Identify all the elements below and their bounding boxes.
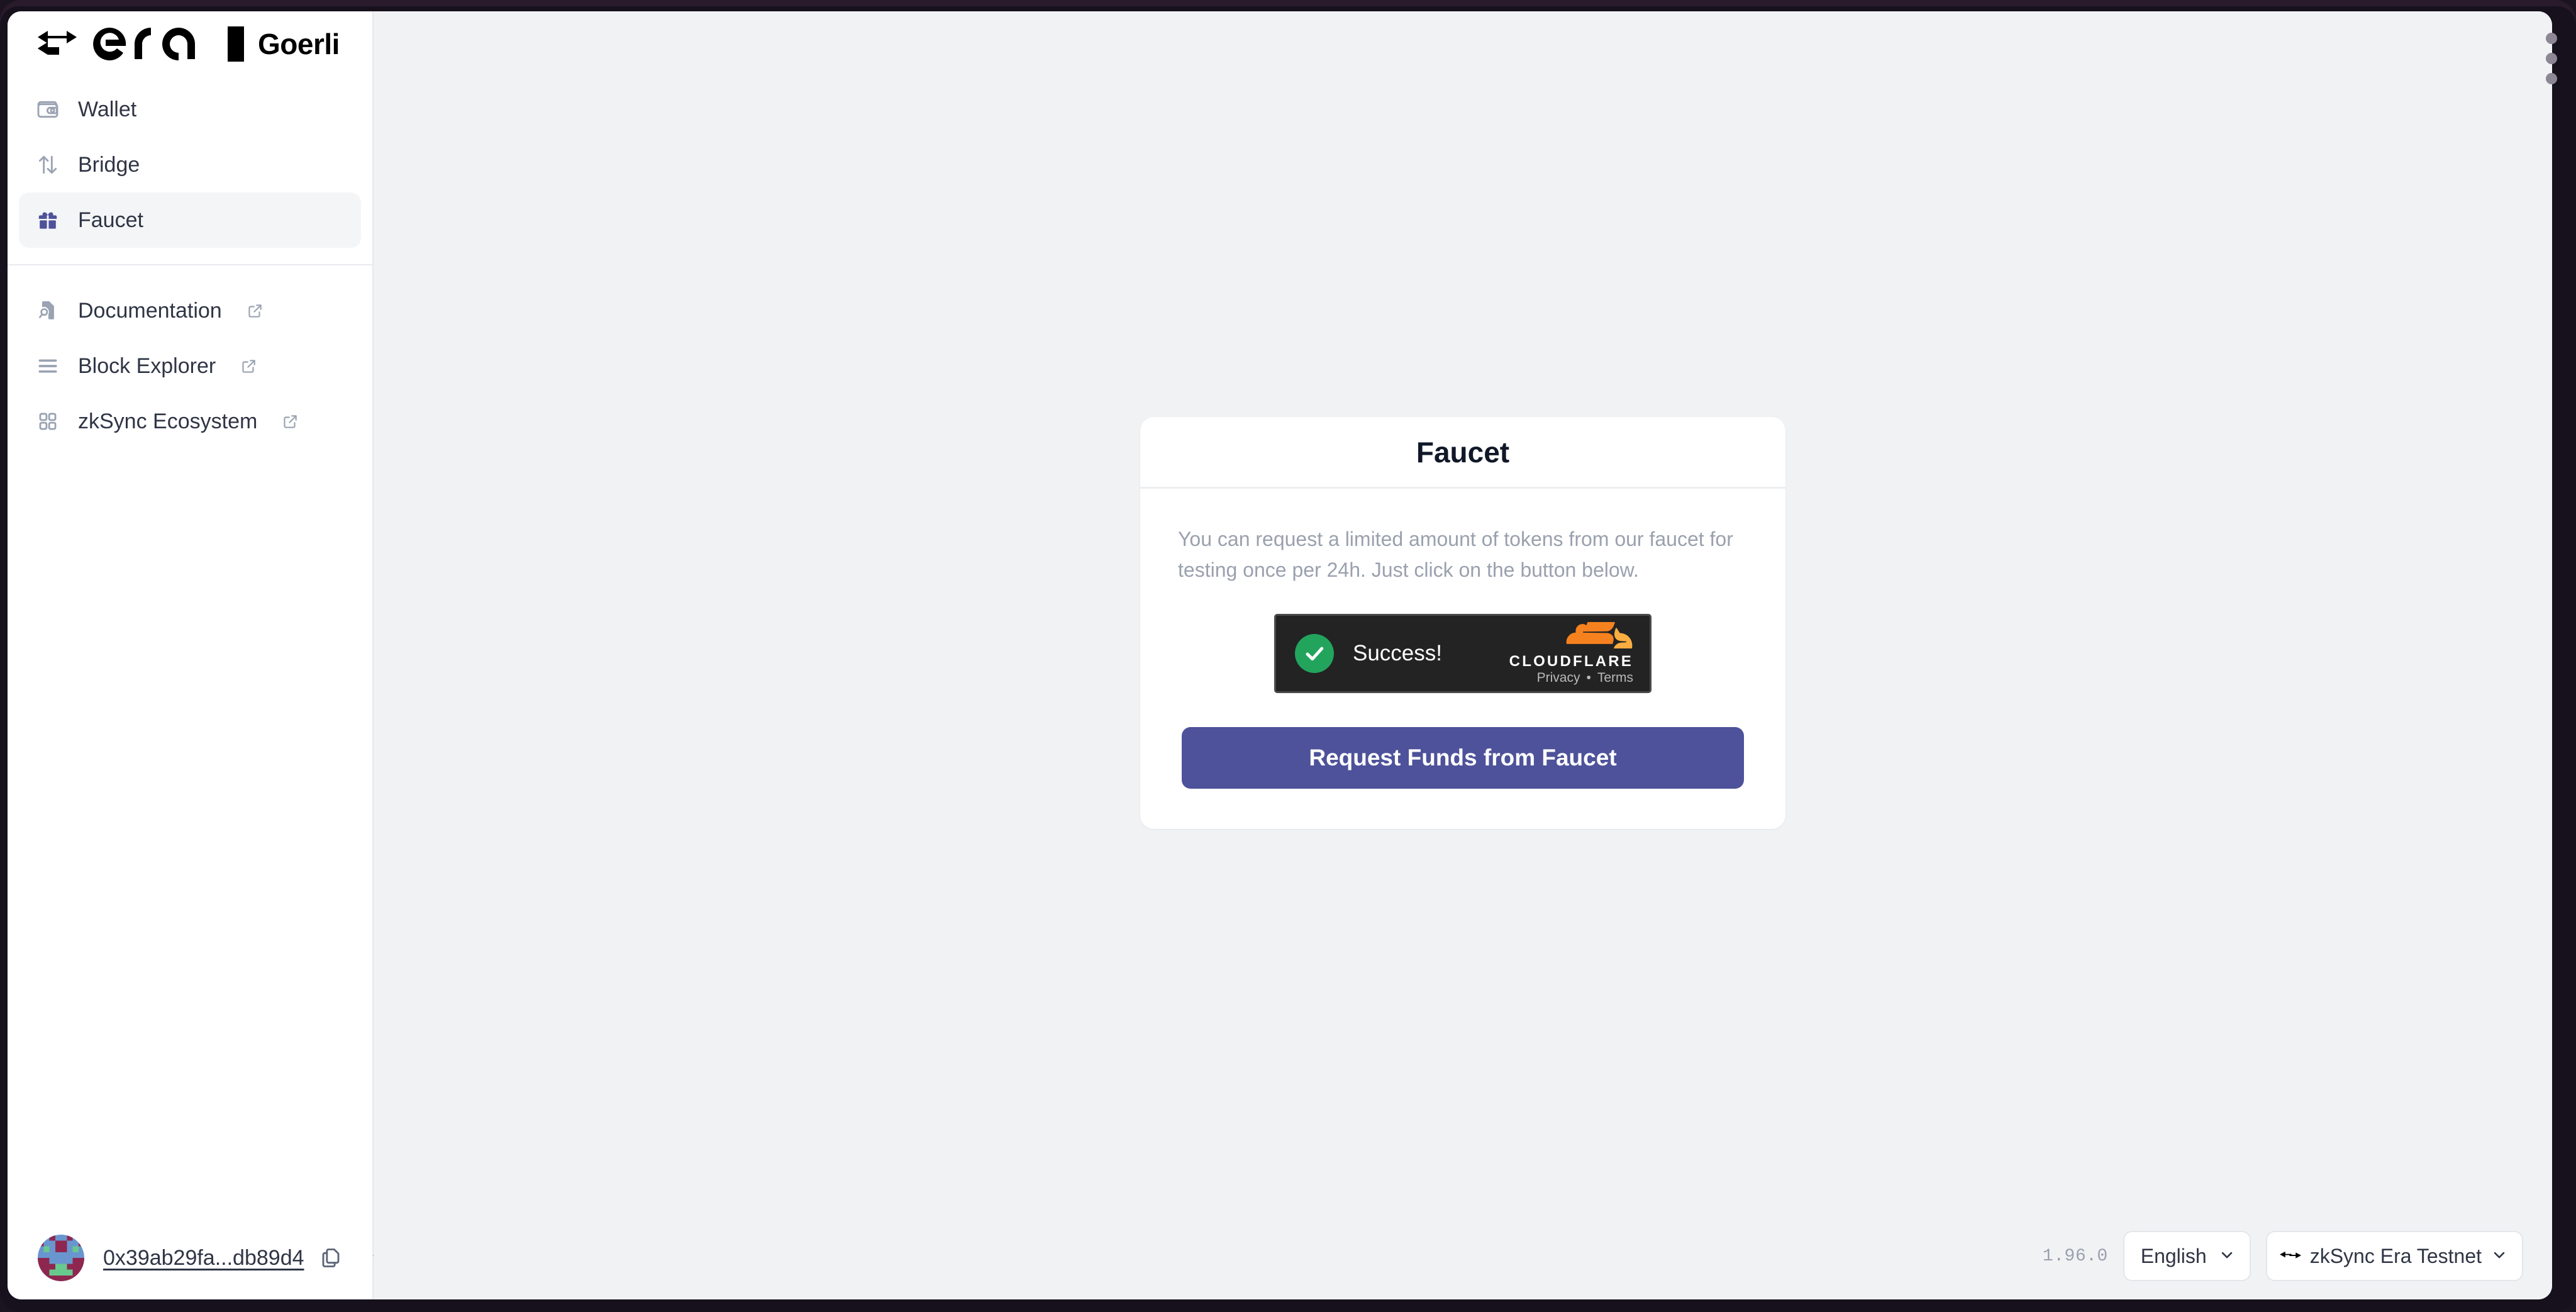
dot — [2546, 73, 2557, 84]
terms-link[interactable]: Terms — [1597, 670, 1633, 686]
request-funds-button[interactable]: Request Funds from Faucet — [1182, 727, 1744, 789]
document-search-icon — [34, 297, 62, 325]
chevron-down-icon — [2490, 1246, 2508, 1267]
green-check-icon — [1295, 634, 1334, 674]
grid-squares-icon — [34, 408, 62, 435]
brand-separator — [228, 26, 244, 62]
network-value: zkSync Era Testnet — [2309, 1244, 2482, 1267]
sidebar-item-faucet[interactable]: Faucet — [19, 192, 361, 248]
brand-header[interactable]: Goerli — [8, 11, 372, 77]
faucet-panel: Faucet You can request a limited amount … — [374, 11, 2552, 1225]
cloudflare-turnstile-widget[interactable]: Success! CLOUDFLARE Privacy • Terms — [1274, 613, 1652, 694]
sidebar-item-documentation[interactable]: Documentation — [19, 283, 361, 338]
zksync-era-arrows-logo — [2279, 1248, 2301, 1264]
list-lines-icon — [34, 352, 62, 380]
cloudflare-cloud-icon — [1559, 613, 1633, 652]
network-selector[interactable]: zkSync Era Testnet — [2265, 1231, 2523, 1281]
zksync-era-arrows-logo — [38, 30, 77, 59]
sidebar-item-zksync-ecosystem[interactable]: zkSync Ecosystem — [19, 394, 361, 449]
language-selector[interactable]: English — [2123, 1231, 2251, 1281]
account-address[interactable]: 0x39ab29fa...db89d4 — [103, 1246, 304, 1270]
account-bar: 0x39ab29fa...db89d4 — [8, 1216, 387, 1299]
copy-icon[interactable] — [319, 1247, 342, 1269]
captcha-links: Privacy • Terms — [1537, 670, 1633, 686]
external-link-icon — [247, 303, 264, 319]
main-content: Faucet You can request a limited amount … — [374, 11, 2552, 1299]
sidebar-primary-nav: Wallet Bridge Faucet — [8, 77, 372, 248]
chevron-down-icon — [2218, 1246, 2236, 1267]
sidebar: Goerli Wallet Bridge Faucet Documentatio… — [8, 11, 387, 1299]
arrows-up-down-icon — [34, 151, 62, 179]
dot — [2546, 33, 2557, 44]
sidebar-secondary-nav: Documentation Block Explorer zkSync Ecos… — [8, 265, 372, 449]
gift-icon — [34, 206, 62, 234]
privacy-link[interactable]: Privacy — [1537, 670, 1580, 686]
era-wordmark — [91, 25, 214, 64]
dot — [2546, 53, 2557, 64]
sidebar-item-bridge[interactable]: Bridge — [19, 137, 361, 192]
network-badge: Goerli — [258, 28, 340, 60]
external-link-icon — [282, 413, 299, 430]
sidebar-item-label: zkSync Ecosystem — [78, 409, 258, 433]
sidebar-item-label: Wallet — [78, 97, 137, 121]
sidebar-item-label: Block Explorer — [78, 353, 216, 378]
faucet-card: Faucet You can request a limited amount … — [1140, 417, 1785, 830]
separator-dot: • — [1586, 670, 1591, 685]
sidebar-item-label: Faucet — [78, 208, 143, 232]
cloudflare-brand: CLOUDFLARE Privacy • Terms — [1509, 613, 1633, 686]
app-version: 1.96.0 — [2042, 1246, 2108, 1266]
footer: 1.96.0 English zkSync Era Testnet — [374, 1225, 2552, 1299]
cloudflare-wordmark: CLOUDFLARE — [1509, 652, 1633, 670]
sidebar-item-label: Documentation — [78, 298, 222, 323]
page-title: Faucet — [1416, 435, 1510, 469]
blockie-avatar — [38, 1235, 84, 1281]
wallet-icon — [34, 96, 62, 123]
captcha-status-text: Success! — [1353, 641, 1442, 666]
app-viewport: Goerli Wallet Bridge Faucet Documentatio… — [8, 11, 2552, 1299]
faucet-description: You can request a limited amount of toke… — [1178, 528, 1733, 581]
language-value: English — [2140, 1244, 2207, 1267]
card-header: Faucet — [1140, 417, 1785, 489]
sidebar-item-wallet[interactable]: Wallet — [19, 82, 361, 137]
external-link-icon — [241, 358, 257, 374]
card-body: You can request a limited amount of toke… — [1140, 489, 1785, 829]
window-frame: Goerli Wallet Bridge Faucet Documentatio… — [0, 0, 2576, 1312]
three-dots-vertical-icon[interactable] — [2543, 33, 2560, 84]
sidebar-item-block-explorer[interactable]: Block Explorer — [19, 338, 361, 394]
sidebar-item-label: Bridge — [78, 152, 140, 177]
